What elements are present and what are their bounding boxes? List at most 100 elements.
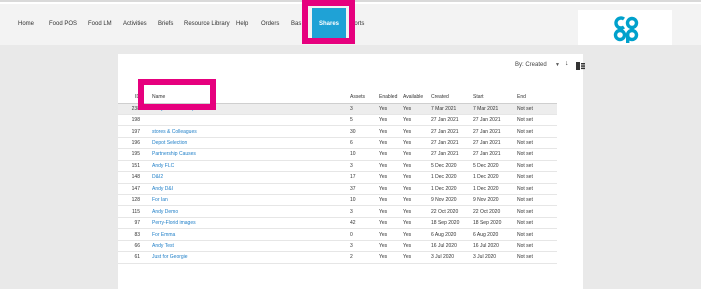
row-enabled: Yes — [379, 171, 403, 184]
row-id: 61 — [118, 251, 146, 264]
row-available: Yes — [403, 137, 431, 150]
row-created: 7 Mar 2021 — [431, 103, 473, 115]
nav-activities[interactable]: Activities — [123, 4, 147, 45]
sort-direction-icon[interactable]: ↓ — [565, 60, 569, 67]
row-enabled: Yes — [379, 228, 403, 241]
row-available: Yes — [403, 125, 431, 138]
row-end: Not set — [517, 217, 557, 230]
row-start: 27 Jan 2021 — [473, 148, 517, 161]
share-name-link[interactable]: Just for Georgie — [146, 251, 350, 264]
row-assets: 17 — [350, 171, 379, 184]
row-created: 16 Jul 2020 — [431, 240, 473, 253]
col-assets-header[interactable]: Assets — [350, 92, 379, 104]
table-row[interactable]: 128 For Ian 10 Yes Yes 9 Nov 2020 9 Nov 2020 No… — [118, 194, 557, 207]
nav-briefs[interactable]: Briefs — [158, 4, 173, 45]
nav-home[interactable]: Home — [18, 4, 34, 45]
row-assets: 3 — [350, 103, 379, 115]
table-row[interactable]: 61 Just for Georgie 2 Yes Yes 3 Jul 2020 3 Jul… — [118, 251, 557, 264]
view-toggle-icon[interactable] — [576, 62, 585, 70]
row-id: 198 — [118, 114, 146, 127]
page-background: By: Created ▼ ↓ ID Name Assets Enabled A… — [0, 45, 701, 289]
share-name-link[interactable]: For Emma — [146, 228, 350, 241]
row-end: Not set — [517, 251, 557, 264]
row-start: 22 Oct 2020 — [473, 205, 517, 218]
row-created: 22 Oct 2020 — [431, 205, 473, 218]
share-name-link[interactable]: Andy Test — [146, 240, 350, 253]
table-row[interactable]: 197 stores & Colleagues 30 Yes Yes 27 Jan 202… — [118, 125, 557, 138]
chevron-down-icon[interactable]: ▼ — [555, 62, 560, 68]
share-name-link[interactable]: Partnership Causes — [146, 148, 350, 161]
nav-orders[interactable]: Orders — [261, 4, 279, 45]
table-row[interactable]: 195 Partnership Causes 10 Yes Yes 27 Jan 2021… — [118, 148, 557, 161]
table-row[interactable]: 198 5 Yes Yes 27 Jan 2021 27 Jan 2021 Not set — [118, 114, 557, 127]
nav-help[interactable]: Help — [236, 4, 248, 45]
row-enabled: Yes — [379, 183, 403, 196]
share-name-link[interactable]: stores & Colleagues — [146, 125, 350, 138]
row-available: Yes — [403, 217, 431, 230]
nav-baskets[interactable]: Bas — [291, 4, 301, 45]
table-row[interactable]: 97 Perry-Florid images 42 Yes Yes 18 Sep 2020… — [118, 217, 557, 230]
row-id: 97 — [118, 217, 146, 230]
col-enabled-header[interactable]: Enabled — [379, 92, 403, 104]
col-available-header[interactable]: Available — [403, 92, 431, 104]
row-end: Not set — [517, 148, 557, 161]
share-name-link[interactable]: D&I2 — [146, 171, 350, 184]
share-name-link[interactable]: Andy D&I — [146, 183, 350, 196]
share-name-link[interactable]: For Ian — [146, 194, 350, 207]
row-available: Yes — [403, 194, 431, 207]
col-start-header[interactable]: Start — [473, 92, 517, 104]
row-end: Not set — [517, 228, 557, 241]
row-enabled: Yes — [379, 194, 403, 207]
row-enabled: Yes — [379, 251, 403, 264]
nav-resource-library[interactable]: Resource Library — [184, 4, 230, 45]
table-row[interactable]: 148 D&I2 17 Yes Yes 1 Dec 2020 1 Dec 2020 Not s… — [118, 171, 557, 184]
row-enabled: Yes — [379, 114, 403, 127]
row-start: 27 Jan 2021 — [473, 137, 517, 150]
row-created: 27 Jan 2021 — [431, 148, 473, 161]
table-row[interactable]: 83 For Emma 0 Yes Yes 6 Aug 2020 6 Aug 2020 Not… — [118, 228, 557, 241]
share-name-link[interactable]: Depot Selection — [146, 137, 350, 150]
row-assets: 10 — [350, 194, 379, 207]
row-id: 83 — [118, 228, 146, 241]
table-row[interactable]: 196 Depot Selection 6 Yes Yes 27 Jan 2021 27 J… — [118, 137, 557, 150]
row-assets: 3 — [350, 160, 379, 173]
nav-food-lm[interactable]: Food LM — [88, 4, 112, 45]
row-end: Not set — [517, 240, 557, 253]
row-end: Not set — [517, 194, 557, 207]
row-start: 1 Dec 2020 — [473, 171, 517, 184]
share-name-link[interactable]: Andy Demo — [146, 205, 350, 218]
coop-logo[interactable] — [612, 15, 640, 43]
col-created-header[interactable]: Created — [431, 92, 473, 104]
table-row[interactable]: 115 Andy Demo 3 Yes Yes 22 Oct 2020 22 Oct 202… — [118, 205, 557, 218]
row-available: Yes — [403, 240, 431, 253]
share-name-link[interactable]: Andy FLC — [146, 160, 350, 173]
row-available: Yes — [403, 103, 431, 115]
share-name-link[interactable]: Perry-Florid images — [146, 217, 350, 230]
row-created: 5 Dec 2020 — [431, 160, 473, 173]
nav-food-pos[interactable]: Food POS — [49, 4, 77, 45]
row-assets: 42 — [350, 217, 379, 230]
row-available: Yes — [403, 114, 431, 127]
row-available: Yes — [403, 148, 431, 161]
share-name-link[interactable] — [146, 114, 350, 127]
row-id: 66 — [118, 240, 146, 253]
row-id: 195 — [118, 148, 146, 161]
table-row[interactable]: 151 Andy FLC 3 Yes Yes 5 Dec 2020 5 Dec 2020 No… — [118, 160, 557, 173]
row-end: Not set — [517, 160, 557, 173]
row-id: 151 — [118, 160, 146, 173]
sort-dropdown[interactable]: By: Created — [515, 62, 547, 68]
table-row[interactable]: 66 Andy Test 3 Yes Yes 16 Jul 2020 16 Jul 2020… — [118, 240, 557, 253]
row-created: 3 Jul 2020 — [431, 251, 473, 264]
row-id: 197 — [118, 125, 146, 138]
row-start: 18 Sep 2020 — [473, 217, 517, 230]
row-start: 3 Jul 2020 — [473, 251, 517, 264]
row-assets: 30 — [350, 125, 379, 138]
row-enabled: Yes — [379, 217, 403, 230]
row-available: Yes — [403, 228, 431, 241]
row-end: Not set — [517, 171, 557, 184]
table-row[interactable]: 147 Andy D&I 37 Yes Yes 1 Dec 2020 1 Dec 2020 N… — [118, 183, 557, 196]
col-end-header[interactable]: End — [517, 92, 557, 104]
shares-table: ID Name Assets Enabled Available Created… — [118, 92, 557, 264]
row-start: 27 Jan 2021 — [473, 125, 517, 138]
row-enabled: Yes — [379, 103, 403, 115]
